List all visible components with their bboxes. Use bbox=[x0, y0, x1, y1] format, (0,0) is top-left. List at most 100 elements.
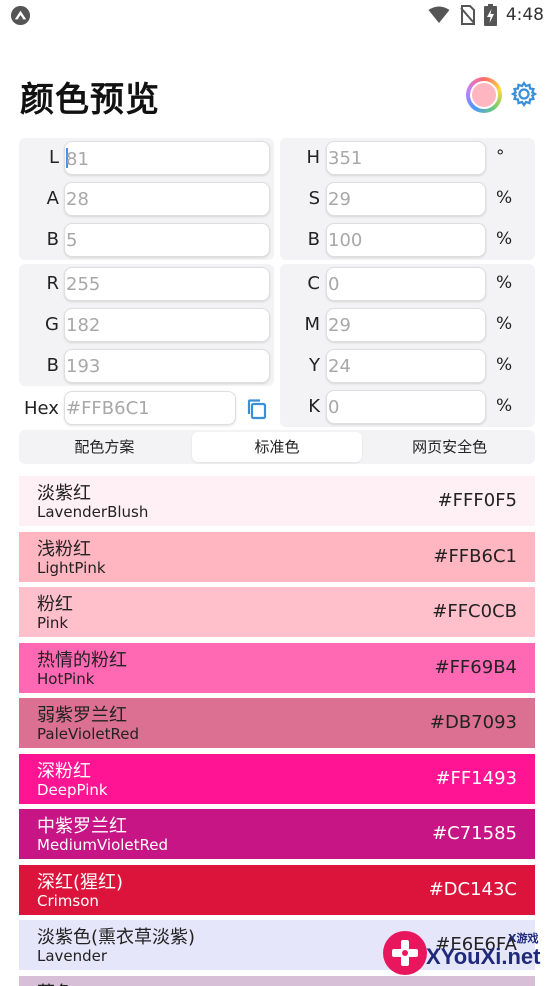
color-list-item[interactable]: 淡紫红 LavenderBlush #FFF0F5 bbox=[19, 476, 535, 526]
rgb-row-b: B 193 bbox=[19, 349, 274, 383]
color-name-en: MediumVioletRed bbox=[37, 836, 169, 854]
color-hex-code: #C71585 bbox=[432, 823, 517, 844]
hsb-s-input[interactable]: 29 bbox=[326, 182, 486, 216]
rgb-b-label: B bbox=[46, 355, 59, 376]
cmyk-row-c: C 0 % bbox=[280, 267, 535, 301]
rgb-b-input[interactable]: 193 bbox=[64, 349, 270, 383]
hsb-h-value: 351 bbox=[328, 148, 363, 169]
color-name-en: LavenderBlush bbox=[37, 503, 149, 521]
cmyk-row-m: M 29 % bbox=[280, 308, 535, 342]
lab-row-l: L 81 bbox=[19, 141, 274, 175]
color-list-item[interactable]: 深粉红 DeepPink #FF1493 bbox=[19, 753, 535, 804]
cmyk-y-unit: % bbox=[496, 355, 513, 375]
hsb-b-input[interactable]: 100 bbox=[326, 223, 486, 257]
rgb-r-label: R bbox=[46, 273, 59, 294]
cmyk-y-input[interactable]: 24 bbox=[326, 349, 486, 383]
color-list-item[interactable]: 热情的粉红 HotPink #FF69B4 bbox=[19, 642, 535, 693]
copy-icon[interactable] bbox=[246, 398, 268, 420]
color-hex-code: #DB7093 bbox=[429, 712, 517, 733]
tab-web-safe-colors[interactable]: 网页安全色 bbox=[364, 430, 535, 464]
cmyk-y-label: Y bbox=[309, 355, 320, 376]
lab-a-label: A bbox=[46, 188, 59, 209]
color-name-cn: 浅粉红 bbox=[37, 538, 91, 560]
hex-input[interactable]: #FFB6C1 bbox=[64, 391, 236, 425]
color-hex-code: #FFC0CB bbox=[432, 601, 517, 622]
hsb-s-unit: % bbox=[496, 188, 513, 208]
rgb-r-input[interactable]: 255 bbox=[64, 267, 270, 301]
tab-bar: 配色方案 标准色 网页安全色 bbox=[19, 430, 535, 464]
cmyk-c-label: C bbox=[307, 273, 320, 294]
watermark-site: XYouXi.net bbox=[426, 944, 541, 969]
color-preview-button[interactable] bbox=[466, 77, 502, 113]
lab-a-input[interactable]: 28 bbox=[64, 182, 270, 216]
color-list-item[interactable]: 中紫罗兰红 MediumVioletRed #C71585 bbox=[19, 809, 535, 859]
hsb-h-input[interactable]: 351 bbox=[326, 141, 486, 175]
hsb-s-value: 29 bbox=[328, 189, 351, 210]
battery-charging-icon bbox=[483, 4, 497, 26]
page-title: 颜色预览 bbox=[20, 80, 160, 120]
color-list-item[interactable]: 深红(猩红) Crimson #DC143C bbox=[19, 864, 535, 915]
wifi-icon bbox=[428, 6, 450, 23]
hsb-b-label: B bbox=[307, 229, 320, 250]
color-name-cn: 热情的粉红 bbox=[37, 649, 127, 671]
color-name-en: Lavender bbox=[37, 947, 108, 965]
rgb-g-label: G bbox=[45, 314, 59, 335]
rgb-g-input[interactable]: 182 bbox=[64, 308, 270, 342]
color-list-item[interactable]: 弱紫罗兰红 PaleVioletRed #DB7093 bbox=[19, 698, 535, 748]
settings-gear-icon[interactable] bbox=[510, 80, 538, 108]
color-name-cn: 淡紫色(熏衣草淡紫) bbox=[37, 927, 196, 948]
hsb-b-value: 100 bbox=[328, 230, 363, 251]
status-time: 4:48 bbox=[505, 5, 544, 25]
cmyk-k-input[interactable]: 0 bbox=[326, 390, 486, 424]
color-name-en: HotPink bbox=[37, 669, 95, 688]
lab-b-value: 5 bbox=[66, 230, 78, 251]
cmyk-k-unit: % bbox=[496, 396, 513, 416]
lab-row-a: A 28 bbox=[19, 182, 274, 216]
cmyk-c-value: 0 bbox=[328, 274, 340, 295]
color-hex-code: #FF69B4 bbox=[434, 656, 518, 678]
rgb-row-r: R 255 bbox=[19, 267, 274, 301]
color-name-cn: 蓟色 bbox=[37, 979, 73, 986]
no-sim-icon bbox=[460, 5, 475, 25]
hex-value: #FFB6C1 bbox=[66, 398, 150, 419]
cmyk-c-input[interactable]: 0 bbox=[326, 267, 486, 301]
color-hex-code: #FF1493 bbox=[435, 767, 517, 789]
status-bar: 4:48 bbox=[0, 0, 554, 30]
color-list-item[interactable]: 浅粉红 LightPink #FFB6C1 bbox=[19, 531, 535, 582]
rgb-b-value: 193 bbox=[66, 356, 101, 377]
color-hex-code: #FFF0F5 bbox=[437, 490, 517, 511]
lab-l-input[interactable]: 81 bbox=[64, 141, 270, 175]
color-name-cn: 粉红 bbox=[37, 594, 73, 615]
color-preview-swatch bbox=[470, 81, 498, 109]
hsb-row-h: H 351 ° bbox=[280, 141, 535, 175]
status-icons: 4:48 bbox=[428, 4, 544, 26]
color-hex-code: #FFB6C1 bbox=[433, 545, 517, 567]
tab-color-schemes[interactable]: 配色方案 bbox=[19, 430, 190, 464]
hsb-h-unit: ° bbox=[496, 147, 505, 167]
cmyk-row-k: K 0 % bbox=[280, 390, 535, 424]
color-hex-code: #DC143C bbox=[428, 878, 517, 900]
cmyk-m-input[interactable]: 29 bbox=[326, 308, 486, 342]
color-name-cn: 深粉红 bbox=[37, 760, 91, 782]
cmyk-c-unit: % bbox=[496, 273, 513, 293]
hsb-b-unit: % bbox=[496, 229, 513, 249]
watermark-logo-icon bbox=[383, 931, 427, 975]
cmyk-panel: C 0 % M 29 % Y 24 % K 0 % bbox=[280, 264, 535, 427]
cmyk-y-value: 24 bbox=[328, 356, 351, 377]
cmyk-m-value: 29 bbox=[328, 315, 351, 336]
watermark: X游戏 XYouXi.net bbox=[380, 926, 550, 982]
hsb-s-label: S bbox=[308, 188, 320, 209]
cmyk-k-value: 0 bbox=[328, 397, 340, 418]
cmyk-m-label: M bbox=[304, 314, 320, 335]
lab-l-label: L bbox=[48, 147, 59, 168]
lab-b-input[interactable]: 5 bbox=[64, 223, 270, 257]
lab-b-label: B bbox=[46, 229, 59, 250]
rgb-g-value: 182 bbox=[66, 315, 101, 336]
color-name-cn: 中紫罗兰红 bbox=[37, 816, 127, 837]
color-name-cn: 弱紫罗兰红 bbox=[37, 705, 127, 726]
rgb-panel: R 255 G 182 B 193 bbox=[19, 264, 274, 386]
color-name-en: Pink bbox=[37, 614, 69, 632]
color-name-cn: 深红(猩红) bbox=[37, 871, 124, 893]
color-list-item[interactable]: 粉红 Pink #FFC0CB bbox=[19, 587, 535, 637]
tab-standard-colors[interactable]: 标准色 bbox=[191, 432, 363, 462]
